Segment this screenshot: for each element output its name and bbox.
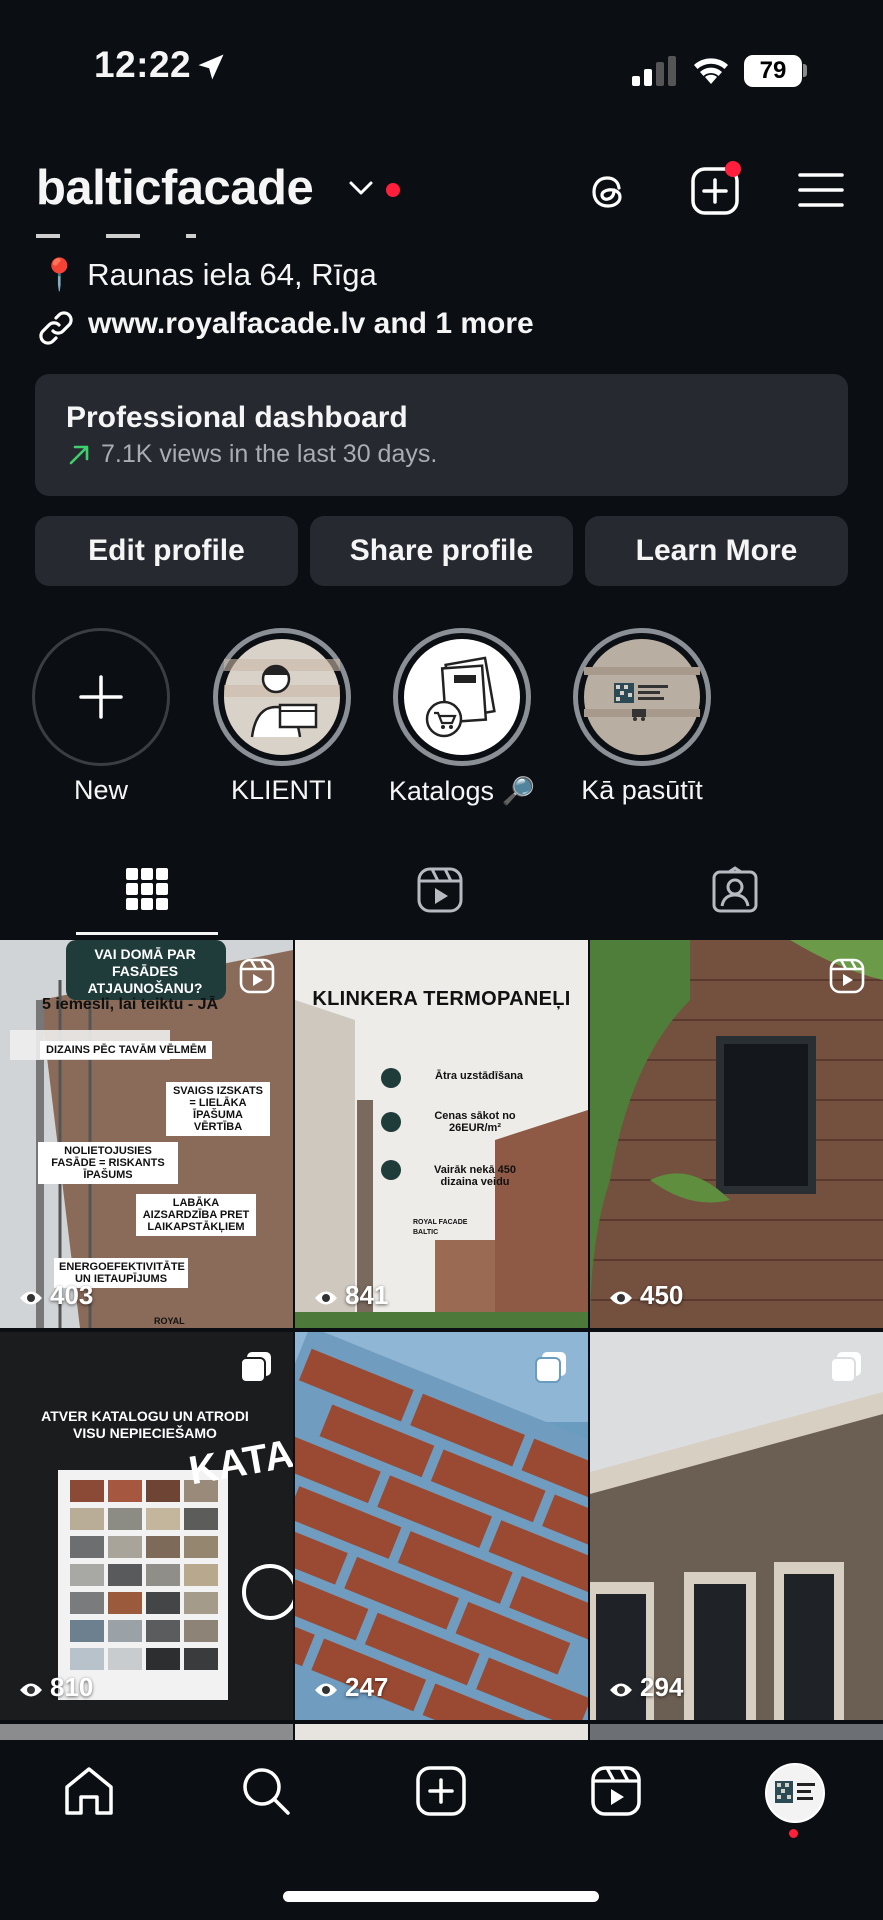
- highlight-ka-pasutit[interactable]: [573, 628, 711, 766]
- feature-icon: [381, 1112, 401, 1132]
- highlight-label-ka-pasutit: Kā pasūtīt: [581, 775, 703, 805]
- post-photo-building-facade: [590, 1332, 883, 1720]
- post-thumbnail[interactable]: 450: [590, 940, 883, 1328]
- reels-icon[interactable]: [416, 866, 464, 914]
- royal-facade-logo: [584, 639, 700, 755]
- reel-badge-icon: [829, 958, 865, 994]
- post-view-count: 247: [313, 1672, 388, 1703]
- post-heading: KLINKERA TERMOPANEĻI: [312, 988, 571, 1010]
- highlight-new[interactable]: [32, 628, 170, 766]
- post-point: DIZAINS PĒC TAVĀM VĒLMĒM: [40, 1041, 213, 1059]
- carousel-badge-icon: [240, 1352, 271, 1383]
- post-point: NOLIETOJUSIES FASĀDE = RISKANTS ĪPAŠUMS: [38, 1142, 178, 1184]
- profile-username[interactable]: balticfacade: [36, 160, 314, 216]
- post-thumbnail[interactable]: 247: [295, 1332, 588, 1720]
- view-count-value: 810: [50, 1672, 94, 1702]
- eye-icon: [315, 1683, 337, 1697]
- post-point: Cenas sākot no 26EUR/m²: [434, 1110, 516, 1134]
- post-thumbnail[interactable]: ATVER KATALOGU UN ATRODI VISU NEPIECIEŠA…: [0, 1332, 293, 1720]
- home-indicator: [283, 1891, 599, 1902]
- account-notification-dot: [386, 183, 400, 197]
- post-photo-brick-catalog: [0, 1332, 293, 1720]
- post-thumbnail[interactable]: VAI DOMĀ PAR FASĀDES ATJAUNOŠANU? 5 ieme…: [0, 940, 293, 1328]
- eye-icon: [315, 1291, 337, 1305]
- threads-icon[interactable]: [585, 166, 635, 216]
- post-view-count: 403: [18, 1280, 93, 1311]
- bio-address: 📍 Raunas iela 64, Rīga: [40, 257, 377, 292]
- edit-profile-button[interactable]: Edit profile: [35, 516, 298, 586]
- post-view-count: 450: [608, 1280, 683, 1311]
- post-thumbnail-peek: [590, 1724, 883, 1740]
- carousel-badge-icon: [830, 1352, 861, 1383]
- chevron-down-icon[interactable]: [348, 178, 374, 198]
- post-photo-brick-closeup: [295, 1332, 588, 1720]
- post-point: LABĀKA AIZSARDZĪBA PRET LAIKAPSTĀKĻIEM: [136, 1194, 256, 1236]
- view-count-value: 403: [50, 1280, 94, 1310]
- post-heading: VAI DOMĀ PAR FASĀDES ATJAUNOŠANU?: [87, 946, 203, 996]
- highlight-label-katalogs: Katalogs 🔎: [388, 776, 536, 806]
- post-thumbnail[interactable]: 294: [590, 1332, 883, 1720]
- highlight-katalogs[interactable]: [393, 628, 531, 766]
- eye-icon: [610, 1683, 632, 1697]
- plus-icon: [79, 675, 123, 719]
- tagged-icon[interactable]: [711, 866, 759, 914]
- create-icon[interactable]: [415, 1765, 467, 1817]
- battery-tip: [803, 64, 807, 77]
- dashboard-title: Professional dashboard: [66, 401, 408, 434]
- post-point: Vairāk nekā 450 dizaina veidu: [434, 1164, 516, 1188]
- create-notification-dot: [725, 161, 741, 177]
- highlight-klienti[interactable]: [213, 628, 351, 766]
- highlight-label-klienti: KLIENTI: [230, 775, 334, 805]
- feature-icon: [381, 1160, 401, 1180]
- eye-icon: [20, 1291, 42, 1305]
- reel-badge-icon: [239, 958, 275, 994]
- courier-icon: [224, 639, 340, 755]
- view-count-value: 247: [345, 1672, 389, 1702]
- eye-icon: [20, 1683, 42, 1697]
- search-icon[interactable]: [240, 1765, 292, 1817]
- location-arrow-icon: [198, 54, 224, 80]
- reels-icon[interactable]: [590, 1765, 642, 1817]
- battery-indicator: 79: [744, 55, 802, 87]
- post-point: Ātra uzstādīšana: [435, 1070, 524, 1082]
- post-footer-logo: ROYAL: [154, 1316, 185, 1326]
- share-profile-button[interactable]: Share profile: [310, 516, 573, 586]
- view-count-value: 450: [640, 1280, 684, 1310]
- post-view-count: 294: [608, 1672, 683, 1703]
- eye-icon: [610, 1291, 632, 1305]
- status-time: 12:22: [94, 44, 192, 85]
- professional-dashboard-card[interactable]: [35, 374, 848, 496]
- post-heading: ATVER KATALOGU UN ATRODI VISU NEPIECIEŠA…: [41, 1408, 249, 1441]
- bio-link[interactable]: www.royalfacade.lv and 1 more: [88, 307, 534, 341]
- profile-avatar[interactable]: [765, 1763, 825, 1823]
- trending-up-icon: [69, 445, 89, 465]
- post-thumbnail-peek: [0, 1724, 293, 1740]
- royal-facade-logo: [767, 1765, 823, 1821]
- post-thumbnail-peek: [295, 1724, 588, 1740]
- catalog-cart-icon: [404, 639, 520, 755]
- clipped-bio-line: [36, 234, 196, 238]
- home-icon[interactable]: [63, 1765, 115, 1817]
- active-tab-indicator: [76, 932, 218, 935]
- view-count-value: 841: [345, 1280, 389, 1310]
- learn-more-button[interactable]: Learn More: [585, 516, 848, 586]
- cellular-signal-icon: [632, 56, 676, 86]
- link-icon: [39, 311, 73, 345]
- wifi-icon: [694, 58, 728, 84]
- feature-icon: [381, 1068, 401, 1088]
- post-subheading: 5 iemesli, lai teiktu - JĀ: [42, 996, 219, 1013]
- post-photo-brick-window: [590, 940, 883, 1328]
- post-thumbnail[interactable]: KLINKERA TERMOPANEĻI Ātra uzstādīšana Ce…: [295, 940, 588, 1328]
- profile-notification-dot: [789, 1829, 798, 1838]
- post-logo: ROYAL FACADE BALTIC: [413, 1219, 468, 1236]
- grid-icon[interactable]: [126, 868, 168, 910]
- post-view-count: 810: [18, 1672, 93, 1703]
- highlight-label-new: New: [73, 775, 128, 805]
- post-view-count: 841: [313, 1280, 388, 1311]
- hamburger-menu-icon[interactable]: [798, 170, 844, 210]
- dashboard-views-summary: 7.1K views in the last 30 days.: [101, 440, 438, 468]
- carousel-badge-icon: [535, 1352, 566, 1383]
- post-point: SVAIGS IZSKATS = LIELĀKA ĪPAŠUMA VĒRTĪBA: [166, 1082, 270, 1136]
- view-count-value: 294: [640, 1672, 684, 1702]
